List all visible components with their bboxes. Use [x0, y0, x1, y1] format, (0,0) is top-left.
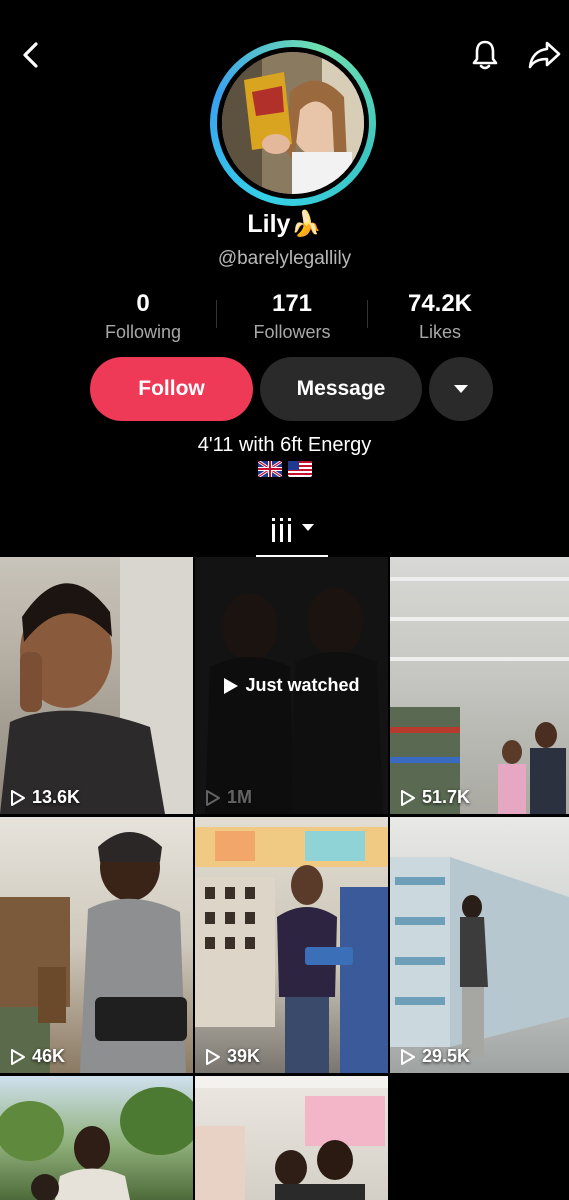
share-button[interactable] [524, 36, 564, 74]
profile-avatar[interactable] [210, 40, 376, 206]
video-tile[interactable] [0, 1076, 193, 1200]
video-view-count: 51.7K [400, 787, 470, 808]
stat-likes[interactable]: 74.2K Likes [360, 290, 520, 343]
caret-down-icon [454, 385, 468, 393]
video-tile[interactable]: 39K [195, 817, 388, 1073]
tab-videos[interactable] [256, 514, 328, 558]
back-button[interactable] [14, 38, 48, 72]
stat-label: Following [104, 322, 182, 342]
view-count-text: 29.5K [422, 1046, 471, 1066]
stat-following[interactable]: 0 Following [63, 290, 223, 343]
video-tile[interactable]: 46K [0, 817, 193, 1073]
play-outline-icon [206, 1048, 220, 1065]
profile-handle: @barelylegallily [217, 248, 352, 269]
video-tile[interactable]: 29.5K [390, 817, 569, 1073]
profile-bio: 4'11 with 6ft Energy [197, 434, 372, 456]
play-outline-icon [11, 1048, 25, 1065]
play-filled-icon [224, 677, 239, 694]
profile-name: Lily🍌 [247, 210, 322, 238]
stat-followers[interactable]: 171 Followers [212, 290, 372, 343]
caret-down-icon [302, 524, 314, 531]
video-view-count: 29.5K [400, 1046, 470, 1067]
just-watched-text: Just watched [245, 675, 360, 695]
view-count-text: 46K [32, 1046, 66, 1066]
stat-label: Likes [418, 322, 462, 342]
stat-value: 171 [271, 290, 313, 317]
play-outline-icon [401, 789, 415, 806]
view-count-text: 13.6K [32, 787, 81, 807]
just-watched-label: Just watched [195, 557, 388, 814]
stat-value: 74.2K [407, 290, 473, 317]
stat-label: Followers [253, 322, 331, 342]
grid-icon [272, 518, 291, 542]
video-view-count: 46K [10, 1046, 65, 1067]
video-view-count: 13.6K [10, 787, 80, 808]
video-tile[interactable] [195, 1076, 388, 1200]
avatar-photo [222, 52, 364, 194]
play-outline-icon [11, 789, 25, 806]
video-tile[interactable]: 13.6K [0, 557, 193, 814]
view-count-text: 39K [227, 1046, 261, 1066]
video-view-count: 39K [205, 1046, 260, 1067]
stat-value: 0 [136, 290, 150, 317]
bio-flags [0, 461, 569, 477]
video-tile[interactable]: 1M Just watched [195, 557, 388, 814]
uk-flag-icon [257, 461, 282, 477]
chevron-left-icon [23, 42, 38, 68]
notification-button[interactable] [466, 36, 504, 74]
play-outline-icon [401, 1048, 415, 1065]
us-flag-icon [287, 461, 312, 477]
video-tile[interactable]: 51.7K [390, 557, 569, 814]
bell-icon [472, 40, 498, 70]
share-arrow-icon [528, 41, 561, 69]
more-options-button[interactable] [429, 357, 493, 421]
view-count-text: 51.7K [422, 787, 471, 807]
message-button[interactable]: Message [260, 357, 422, 421]
follow-button[interactable]: Follow [90, 357, 253, 421]
